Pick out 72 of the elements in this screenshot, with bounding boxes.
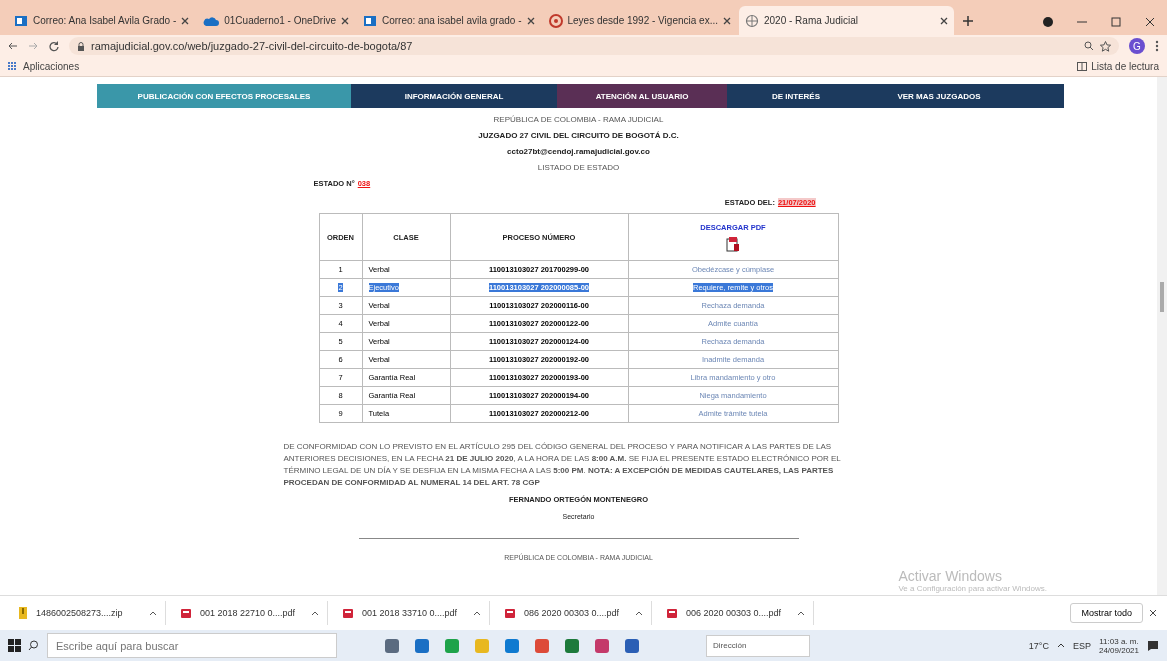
globe-icon: [745, 13, 759, 28]
caret-icon[interactable]: [473, 610, 481, 616]
clock-time[interactable]: 11:03 a. m.: [1099, 636, 1139, 646]
close-icon[interactable]: [526, 16, 535, 25]
start-icon[interactable]: [8, 638, 22, 653]
download-item[interactable]: 001 2018 22710 0....pdf: [172, 601, 328, 625]
heading-line: JUZGADO 27 CIVIL DEL CIRCUITO DE BOGOTÁ D.C.: [478, 131, 679, 140]
scrollbar[interactable]: [1157, 77, 1167, 595]
taskbar-app-icon[interactable]: [564, 637, 580, 654]
caret-icon[interactable]: [311, 610, 319, 616]
taskbar-app-icon[interactable]: [534, 637, 550, 654]
browser-tab[interactable]: 01Cuaderno1 - OneDrive: [197, 6, 355, 35]
taskbar-app-icon[interactable]: [414, 637, 430, 654]
zoom-icon[interactable]: [1084, 41, 1094, 51]
close-icon[interactable]: [1149, 609, 1157, 617]
caret-icon[interactable]: [797, 610, 805, 616]
pdf-file-icon: [666, 607, 678, 619]
taskbar-app-icon[interactable]: [384, 637, 400, 654]
taskbar-app-icon[interactable]: [444, 637, 460, 654]
taskbar-app-icon[interactable]: [594, 637, 610, 654]
caret-icon[interactable]: [149, 610, 157, 616]
nav-item[interactable]: ATENCIÓN AL USUARIO: [557, 84, 727, 108]
star-icon[interactable]: [1100, 40, 1111, 52]
address-bar[interactable]: ramajudicial.gov.co/web/juzgado-27-civil-del-circuito-de-bogota/87: [69, 37, 1119, 55]
download-item[interactable]: 086 2020 00303 0....pdf: [496, 601, 652, 625]
cloud-icon: [203, 14, 220, 27]
zip-file-icon: [18, 606, 28, 620]
notice-paragraph: DE CONFORMIDAD CON LO PREVISTO EN EL ARTÍCULO 295 DEL CÓDIGO GENERAL DEL PROCESO Y PARA NOTIFICAR A LAS PARTES DE LAS ANTERIORES DECISIONES, EN LA FECHA 21 DE JULIO 2020, A LA HORA DE LAS 8:00 A.M. SE FIJA EL PRESENTE ESTADO ELECTRÓNICO POR EL TÉRMINO LEGAL DE UN DÍA Y SE DESFIJA EN LA MISMA FECHA A LAS 5:00 PM. NOTA: A EXCEPCIÓN DE MEDIDAS CAUTELARES, LAS PARTES PROCEDAN DE CONFORMIDAD AL NUMERAL 14 DEL ART. 78 CGP: [283, 441, 842, 489]
address-toolbar[interactable]: Dirección: [706, 634, 810, 657]
clock-date[interactable]: 24/09/2021: [1098, 645, 1139, 655]
language-indicator[interactable]: ESP: [1072, 640, 1091, 651]
record-icon[interactable]: [1043, 17, 1053, 27]
activation-title: Activar Windows: [898, 568, 1003, 584]
show-all-button[interactable]: Mostrar todo: [1070, 603, 1143, 623]
close-icon[interactable]: [1145, 17, 1155, 27]
taskbar-app-icon[interactable]: [624, 637, 640, 654]
lock-icon: [77, 41, 85, 51]
pdf-icon[interactable]: [726, 235, 740, 252]
browser-tab[interactable]: Correo: Ana Isabel Avila Grado -: [8, 6, 196, 35]
browser-tab[interactable]: 2020 - Rama Judicial: [739, 6, 954, 35]
close-icon[interactable]: [340, 16, 349, 25]
pdf-file-icon: [342, 607, 354, 619]
more-icon[interactable]: [1155, 40, 1159, 52]
pdf-file-icon: [180, 607, 192, 619]
download-item[interactable]: 1486002508273....zip: [10, 601, 166, 625]
search-icon: [28, 640, 39, 651]
back-icon[interactable]: [8, 41, 18, 51]
reading-list-button[interactable]: Lista de lectura: [1091, 61, 1159, 72]
caret-icon[interactable]: [635, 610, 643, 616]
weather-text[interactable]: 17°C: [1028, 640, 1049, 651]
close-icon[interactable]: [181, 16, 190, 25]
new-tab-icon[interactable]: [962, 15, 974, 27]
reload-icon[interactable]: [48, 40, 59, 52]
bookmark-link[interactable]: Aplicaciones: [23, 61, 80, 72]
maximize-icon[interactable]: [1111, 17, 1121, 27]
download-item[interactable]: 001 2018 33710 0....pdf: [334, 601, 490, 625]
close-icon[interactable]: [940, 16, 948, 25]
caret-icon[interactable]: [1056, 643, 1065, 648]
browser-tab[interactable]: Correo: ana isabel avila grado -: [356, 6, 541, 35]
pdf-file-icon: [504, 607, 516, 619]
close-icon[interactable]: [723, 16, 731, 25]
download-item[interactable]: 006 2020 00303 0....pdf: [658, 601, 814, 625]
heading-line: REPÚBLICA DE COLOMBIA - RAMA JUDICIAL: [493, 115, 664, 124]
reading-list-icon: [1077, 62, 1088, 71]
apps-grid-icon[interactable]: [8, 62, 17, 71]
taskbar-search-field[interactable]: Escribe aquí para buscar: [47, 633, 337, 658]
profile-avatar[interactable]: G: [1129, 38, 1145, 54]
taskbar-app-icon[interactable]: [504, 637, 520, 654]
heading-line: LISTADO DE ESTADO: [537, 163, 620, 172]
notification-icon[interactable]: [1147, 639, 1159, 652]
browser-tab[interactable]: Leyes desde 1992 - Vigencia ex...: [542, 6, 737, 35]
heading-line: ccto27bt@cendoj.ramajudicial.gov.co: [507, 147, 650, 156]
